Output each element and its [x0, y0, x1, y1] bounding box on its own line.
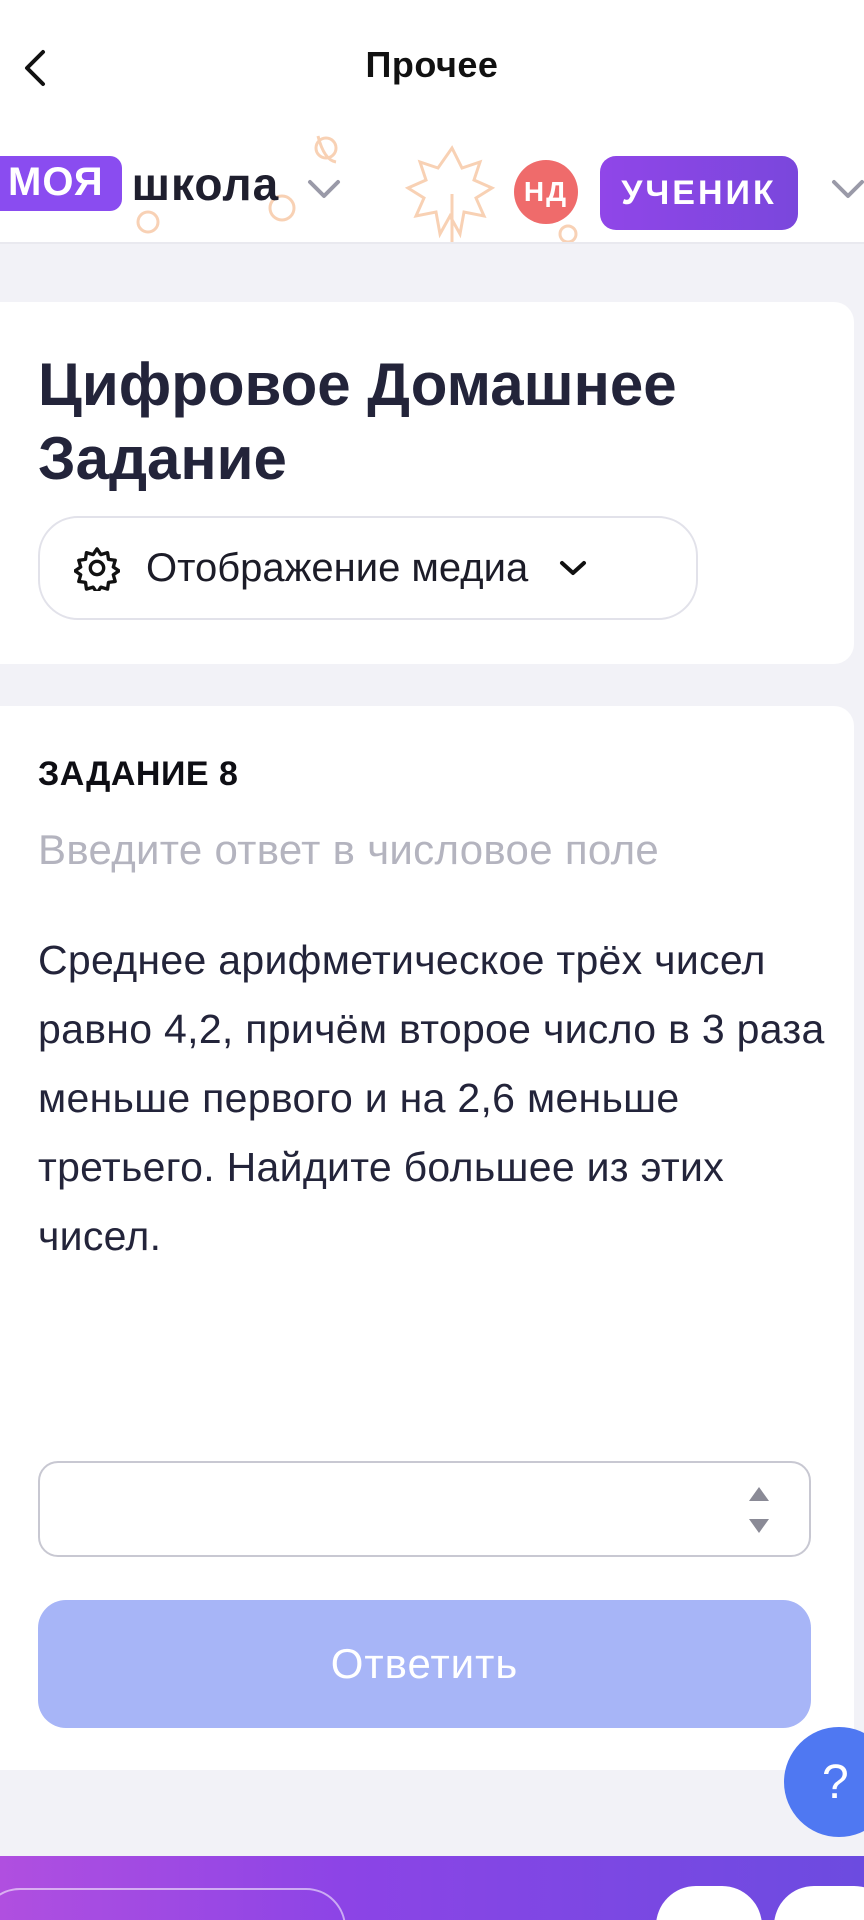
- role-badge[interactable]: УЧЕНИК: [600, 156, 798, 230]
- chevron-down-icon: [560, 561, 587, 575]
- spin-up-icon[interactable]: [747, 1485, 771, 1503]
- media-display-label: Отображение медиа: [146, 545, 529, 590]
- avatar[interactable]: НД: [514, 160, 578, 224]
- navigation-bar: Прочее: [0, 0, 864, 134]
- submit-answer-button[interactable]: Ответить: [38, 1600, 811, 1728]
- task-hint: Введите ответ в числовое поле: [38, 826, 660, 873]
- spin-down-icon[interactable]: [747, 1517, 771, 1535]
- page-title: Прочее: [365, 44, 499, 85]
- chevron-down-icon[interactable]: [306, 178, 342, 200]
- chevron-down-icon[interactable]: [830, 178, 864, 200]
- answer-number-input[interactable]: [38, 1461, 811, 1557]
- footer-button[interactable]: [774, 1886, 864, 1920]
- media-display-dropdown[interactable]: Отображение медиа: [38, 516, 698, 620]
- section-title: Цифровое Домашнее Задание: [38, 351, 677, 492]
- task-text: Среднее арифметическое трёх чисел равно …: [38, 937, 825, 1259]
- logo-moya: МОЯ: [0, 156, 122, 211]
- gear-icon: [74, 547, 120, 591]
- footer-outline-button[interactable]: [0, 1888, 346, 1920]
- task-number: ЗАДАНИЕ 8: [38, 755, 239, 793]
- school-logo[interactable]: МОЯ школа: [0, 156, 279, 211]
- footer-button[interactable]: [656, 1886, 762, 1920]
- logo-shkola: школа: [131, 157, 280, 210]
- site-header: МОЯ школа НД УЧЕНИК: [0, 134, 864, 244]
- footer-bar: [0, 1856, 864, 1920]
